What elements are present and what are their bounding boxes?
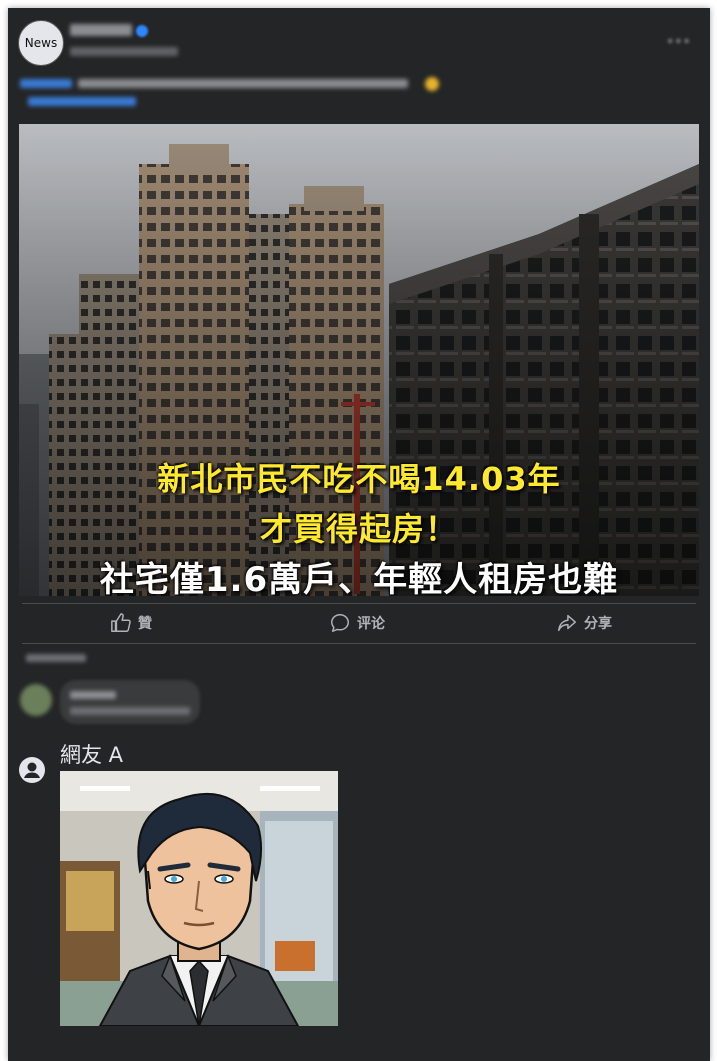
comment-bubble-blurred <box>60 680 200 724</box>
avatar-label: News <box>24 36 58 50</box>
comment-author-blurred <box>70 691 116 699</box>
comment-label: 评论 <box>357 616 385 632</box>
like-button[interactable]: 贊 <box>110 610 152 636</box>
headline-line-1: 新北市民不吃不喝14.03年 <box>157 460 561 498</box>
headline-line-3: 社宅僅1.6萬戶、年輕人租房也難 <box>99 560 619 596</box>
verified-badge-icon <box>136 25 148 37</box>
cartoon-man-illustration <box>60 771 338 1026</box>
share-button[interactable]: 分享 <box>556 610 612 636</box>
comment-button[interactable]: 评论 <box>329 610 385 636</box>
user-avatar-icon <box>19 757 45 783</box>
comment-text-blurred <box>70 707 190 715</box>
share-arrow-icon <box>558 614 576 632</box>
post-image[interactable]: 新北市民不吃不喝14.03年 才買得起房！ 社宅僅1.6萬戶、年輕人租房也難 <box>19 124 699 596</box>
share-label: 分享 <box>584 616 612 632</box>
post-text-link-blurred[interactable] <box>20 79 72 88</box>
page-avatar[interactable]: News <box>18 20 64 66</box>
post-meta-blurred <box>70 47 178 56</box>
reply-image[interactable] <box>60 771 338 1026</box>
like-label: 贊 <box>138 616 152 632</box>
thumbs-up-icon <box>111 613 131 632</box>
post-text-blurred <box>78 79 408 88</box>
ellipsis-icon[interactable]: ••• <box>666 35 691 49</box>
comment-bubble-icon <box>331 614 349 632</box>
divider-bottom <box>22 643 696 644</box>
page-name-blurred[interactable] <box>70 24 132 36</box>
headline-line-2: 才買得起房！ <box>259 510 458 548</box>
commenter-avatar-blurred[interactable] <box>20 684 52 716</box>
post-hashtag-blurred[interactable] <box>28 97 136 106</box>
comment-sort-blurred[interactable] <box>26 654 86 662</box>
reply-username[interactable]: 網友 A <box>60 739 123 769</box>
emoji-icon <box>425 77 439 91</box>
divider-top <box>22 603 696 604</box>
